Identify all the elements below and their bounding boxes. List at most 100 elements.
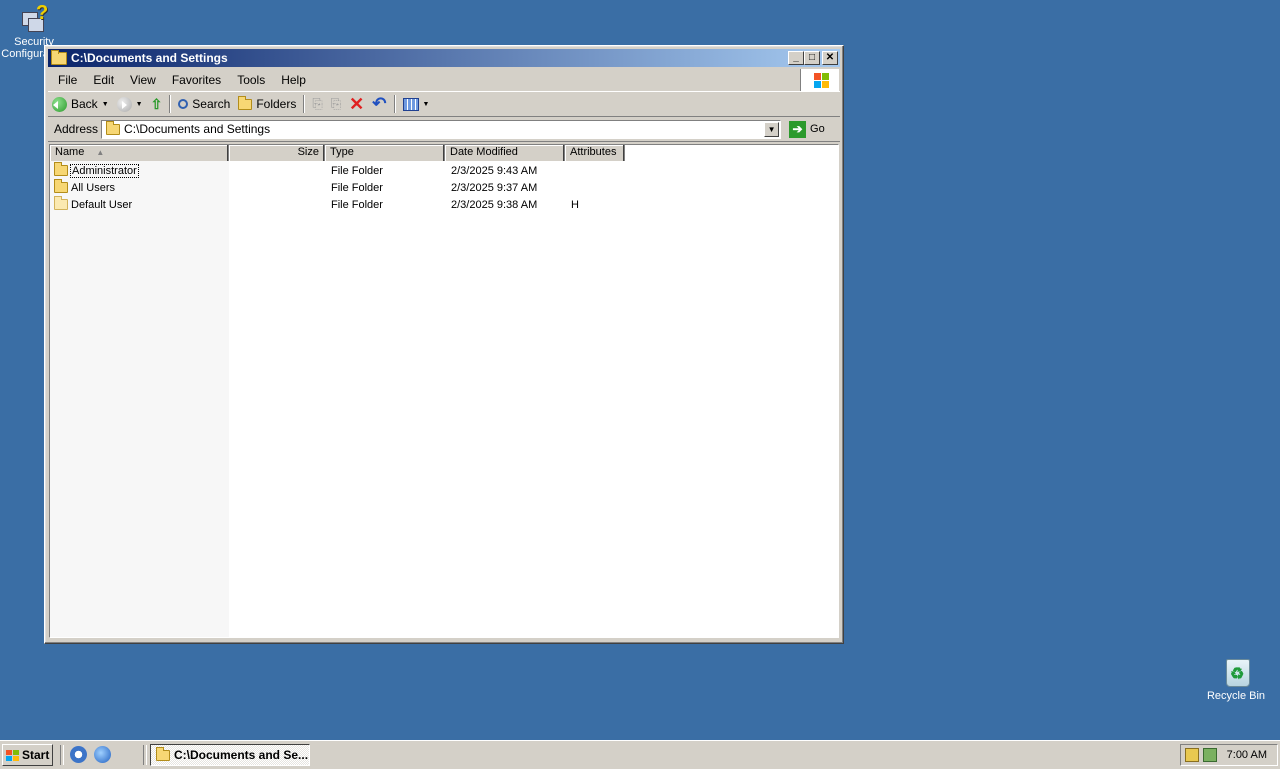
column-header-name[interactable]: Name ▲ <box>50 145 229 161</box>
search-button[interactable]: Search <box>174 93 234 115</box>
internet-explorer-quicklaunch-icon[interactable] <box>94 746 111 763</box>
address-dropdown-button[interactable]: ▼ <box>764 121 780 137</box>
copy-to-button: ⎘ <box>327 93 345 115</box>
column-header-row: Name ▲ Size Type Date Modified Attributes <box>50 145 625 161</box>
column-header-type[interactable]: Type <box>325 145 445 161</box>
taskbar: Start C:\Documents and Se... 7:00 AM <box>0 740 1280 769</box>
column-size-label: Size <box>297 146 319 158</box>
system-tray: 7:00 AM <box>1180 744 1278 766</box>
toolbar-separator <box>169 95 172 113</box>
item-type: File Folder <box>331 181 383 194</box>
delete-button[interactable]: ✕ <box>345 93 368 115</box>
folder-icon <box>51 49 67 65</box>
views-icon <box>402 97 419 111</box>
undo-button[interactable]: ↶ <box>368 93 390 115</box>
menu-help[interactable]: Help <box>273 70 314 90</box>
sorted-column-shading <box>50 161 229 637</box>
folder-icon <box>156 746 170 761</box>
list-item[interactable]: Administrator File Folder 2/3/2025 9:43 … <box>50 162 838 179</box>
item-date: 2/3/2025 9:43 AM <box>451 164 538 177</box>
start-label: Start <box>22 748 50 762</box>
toolbar-separator <box>393 95 396 113</box>
address-input[interactable]: C:\Documents and Settings ▼ <box>101 119 782 139</box>
file-rows: Administrator File Folder 2/3/2025 9:43 … <box>50 162 838 213</box>
undo-icon: ↶ <box>372 94 387 113</box>
standard-toolbar: Back ▼ ▼ ⇧ Search Folders ⎘ ⎘ ✕ ↶ ▼ <box>48 92 840 117</box>
file-list[interactable]: Name ▲ Size Type Date Modified Attributes… <box>49 144 839 638</box>
back-arrow-icon <box>52 96 67 112</box>
item-name: Default User <box>71 198 133 211</box>
copy-to-icon: ⎘ <box>330 96 342 111</box>
toolbar-separator <box>303 95 306 113</box>
menu-file[interactable]: File <box>48 70 85 90</box>
folders-button[interactable]: Folders <box>234 93 300 115</box>
item-type: File Folder <box>331 198 383 211</box>
back-button[interactable]: Back ▼ <box>48 93 113 115</box>
folder-up-icon: ⇧ <box>150 95 163 112</box>
maximize-button[interactable]: □ <box>804 51 820 65</box>
forward-dropdown-icon[interactable]: ▼ <box>136 101 143 108</box>
back-dropdown-icon[interactable]: ▼ <box>102 101 109 108</box>
address-value: C:\Documents and Settings <box>124 122 271 136</box>
minimize-button[interactable]: _ <box>788 51 804 65</box>
forward-arrow-icon <box>116 96 132 112</box>
column-header-date-modified[interactable]: Date Modified <box>445 145 565 161</box>
menu-favorites[interactable]: Favorites <box>164 70 229 90</box>
clock[interactable]: 7:00 AM <box>1227 749 1267 761</box>
folders-icon <box>238 95 253 110</box>
item-date: 2/3/2025 9:37 AM <box>451 181 538 194</box>
up-button[interactable]: ⇧ <box>147 93 167 115</box>
column-date-label: Date Modified <box>450 146 518 158</box>
column-type-label: Type <box>330 146 354 158</box>
item-date: 2/3/2025 9:38 AM <box>451 198 538 211</box>
windows-logo-icon <box>800 69 839 91</box>
item-attributes: H <box>571 198 579 211</box>
menu-view[interactable]: View <box>122 70 164 90</box>
back-label: Back <box>71 97 98 111</box>
search-icon <box>178 99 189 109</box>
move-to-button: ⎘ <box>308 93 326 115</box>
hidden-folder-icon <box>54 196 68 210</box>
item-type: File Folder <box>331 164 383 177</box>
windows-flag-icon <box>6 749 19 761</box>
search-label: Search <box>192 97 231 111</box>
start-button[interactable]: Start <box>2 744 53 766</box>
window-title: C:\Documents and Settings <box>71 51 228 65</box>
column-header-attributes[interactable]: Attributes <box>565 145 625 161</box>
column-attributes-label: Attributes <box>570 146 617 158</box>
item-name: All Users <box>71 181 116 194</box>
menu-edit[interactable]: Edit <box>85 70 122 90</box>
show-desktop-quicklaunch-icon[interactable] <box>70 746 87 763</box>
recycle-bin-label: Recycle Bin <box>1206 690 1266 702</box>
menu-tools[interactable]: Tools <box>229 70 273 90</box>
network-tray-icon[interactable] <box>1203 748 1217 762</box>
folder-icon <box>54 162 68 176</box>
views-dropdown-icon: ▼ <box>422 100 430 108</box>
address-bar: Address C:\Documents and Settings ▼ ➔ Go <box>48 117 840 142</box>
recycle-bin-desktop-icon[interactable]: ♻ Recycle Bin <box>1198 656 1274 702</box>
list-item[interactable]: All Users File Folder 2/3/2025 9:37 AM <box>50 179 838 196</box>
menu-bar: File Edit View Favorites Tools Help <box>48 69 840 92</box>
sort-ascending-icon: ▲ <box>96 148 105 157</box>
explorer-window: C:\Documents and Settings _ □ ✕ File Edi… <box>44 45 844 644</box>
go-button[interactable]: ➔ Go <box>789 120 825 138</box>
security-tray-icon[interactable] <box>1185 748 1199 762</box>
taskbar-separator <box>143 745 147 765</box>
item-name: Administrator <box>70 163 139 178</box>
views-button[interactable]: ▼ <box>399 93 434 115</box>
close-button[interactable]: ✕ <box>822 51 838 65</box>
taskbar-window-title: C:\Documents and Se... <box>174 748 309 762</box>
folder-icon <box>54 179 68 193</box>
recycle-bin-icon: ♻ <box>1220 656 1252 688</box>
list-item[interactable]: Default User File Folder 2/3/2025 9:38 A… <box>50 196 838 213</box>
taskbar-window-button[interactable]: C:\Documents and Se... <box>150 744 310 766</box>
title-bar[interactable]: C:\Documents and Settings _ □ ✕ <box>48 49 840 67</box>
forward-button[interactable]: ▼ <box>113 93 147 115</box>
folders-label: Folders <box>256 97 297 111</box>
column-name-label: Name <box>55 146 85 158</box>
security-wizard-icon: ? <box>18 2 50 34</box>
go-arrow-icon: ➔ <box>789 120 807 138</box>
go-label: Go <box>810 123 825 135</box>
column-header-size[interactable]: Size <box>229 145 325 161</box>
folder-icon <box>106 120 121 135</box>
